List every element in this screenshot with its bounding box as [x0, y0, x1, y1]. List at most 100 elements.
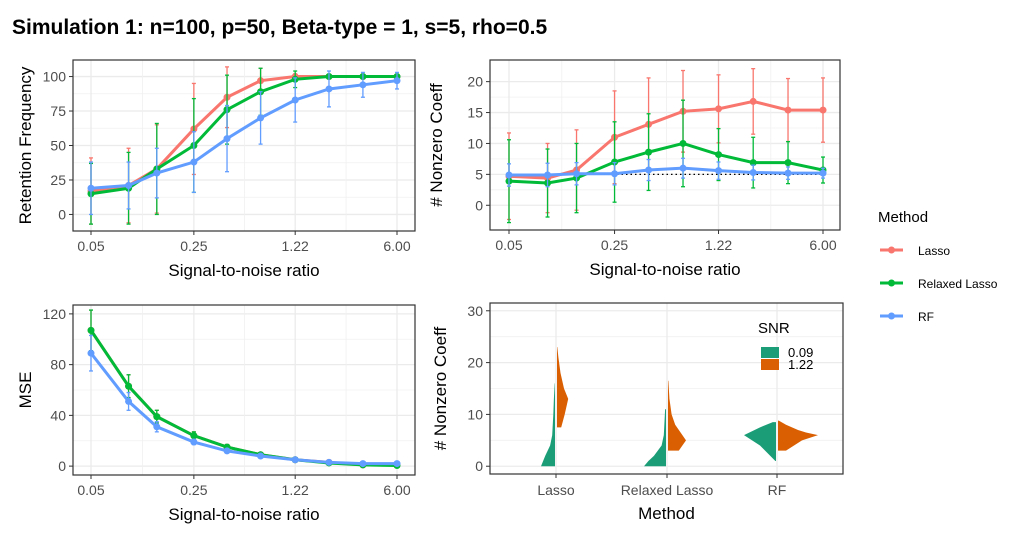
y-tick-label: 50 — [50, 138, 66, 154]
figure: Simulation 1: n=100, p=50, Beta-type = 1… — [12, 16, 998, 524]
x-tick-label: Lasso — [537, 482, 575, 498]
data-point — [291, 456, 299, 464]
x-axis-label: Method — [638, 504, 695, 523]
x-tick-label: 6.00 — [383, 238, 410, 254]
legend-title: Method — [878, 209, 928, 226]
data-point — [393, 77, 401, 85]
panel-3: 0 40 80 120 0.05 0.25 1.22 6.00 Signal-to-noise … — [16, 304, 416, 524]
x-tick-label: Relaxed Lasso — [621, 482, 714, 498]
x-axis-label: Signal-to-noise ratio — [589, 260, 740, 279]
data-point — [125, 181, 133, 189]
y-tick-label: 120 — [43, 306, 67, 322]
figure-title: Simulation 1: n=100, p=50, Beta-type = 1… — [12, 16, 547, 39]
data-point — [87, 184, 95, 192]
x-tick-label: RF — [768, 482, 787, 498]
legend-item-rf: RF — [880, 310, 934, 324]
data-point — [291, 96, 299, 104]
x-tick-label: 0.25 — [180, 238, 207, 254]
data-point — [325, 85, 333, 93]
data-point — [505, 171, 513, 179]
data-point — [359, 460, 367, 468]
data-point — [153, 413, 161, 421]
data-point — [190, 158, 198, 166]
data-point — [544, 171, 552, 179]
snr-legend-swatch — [761, 347, 779, 358]
legend-item-lasso: Lasso — [880, 244, 950, 258]
data-point — [784, 169, 792, 177]
data-point — [393, 460, 401, 468]
data-point — [87, 349, 95, 357]
x-axis-label: Signal-to-noise ratio — [168, 505, 319, 524]
data-point — [223, 135, 231, 143]
y-tick-label: 0 — [58, 458, 66, 474]
x-tick-label: 1.22 — [282, 238, 309, 254]
y-tick-label: 25 — [50, 172, 66, 188]
x-tick-label: 0.25 — [601, 237, 628, 253]
data-point — [190, 432, 198, 440]
y-axis-label: MSE — [16, 372, 35, 409]
y-tick-label: 30 — [467, 303, 483, 319]
legend-key-point — [888, 312, 895, 320]
legend-item-relaxed-lasso: Relaxed Lasso — [880, 277, 998, 291]
y-axis-label: # Nonzero Coeff — [431, 326, 450, 450]
data-point — [715, 167, 723, 175]
x-tick-label: 1.22 — [705, 237, 732, 253]
data-point — [715, 151, 723, 159]
data-point — [223, 447, 231, 455]
y-tick-label: 5 — [475, 166, 483, 182]
panel-2: 0 5 10 15 20 0.05 0.25 1.22 6.00 Signal-to-noise … — [427, 59, 841, 279]
y-tick-label: 40 — [50, 407, 66, 423]
data-point — [679, 164, 687, 172]
data-point — [257, 452, 265, 460]
legend-label: Lasso — [918, 244, 950, 258]
data-point — [573, 170, 581, 178]
x-tick-label: 6.00 — [809, 237, 836, 253]
x-tick-label: 0.05 — [77, 482, 104, 498]
legend-key-point — [888, 246, 895, 254]
data-point — [359, 81, 367, 89]
y-tick-label: 100 — [43, 69, 67, 85]
y-axis-label: # Nonzero Coeff — [427, 83, 446, 207]
data-point — [87, 326, 95, 334]
y-tick-label: 10 — [467, 135, 483, 151]
y-tick-label: 15 — [467, 105, 483, 121]
x-tick-label: 1.22 — [282, 482, 309, 498]
x-tick-label: 0.25 — [180, 482, 207, 498]
y-tick-label: 20 — [467, 74, 483, 90]
x-tick-label: 0.05 — [495, 237, 522, 253]
data-point — [153, 423, 161, 431]
legend-label: RF — [918, 310, 934, 324]
data-point — [125, 382, 133, 390]
data-point — [749, 97, 757, 105]
data-point — [679, 139, 687, 147]
y-tick-label: 10 — [467, 406, 483, 422]
y-axis-label: Retention Frequency — [16, 66, 35, 224]
data-point — [645, 166, 653, 174]
panel-4: 0102030Lasso Relaxed Lasso RFSNR0.091.22Me… — [431, 302, 844, 523]
data-point — [749, 169, 757, 177]
x-axis-label: Signal-to-noise ratio — [168, 261, 319, 280]
y-tick-label: 80 — [50, 357, 66, 373]
data-point — [819, 106, 827, 114]
data-point — [190, 438, 198, 446]
legend-key-point — [888, 279, 895, 287]
method-legend: Method Lasso Relaxed Lasso RF — [878, 209, 998, 324]
legend-label: Relaxed Lasso — [918, 277, 998, 291]
data-point — [153, 169, 161, 177]
data-point — [819, 169, 827, 177]
data-point — [784, 106, 792, 114]
y-tick-label: 0 — [475, 197, 483, 213]
y-tick-label: 75 — [50, 103, 66, 119]
data-point — [784, 159, 792, 167]
data-point — [125, 397, 133, 405]
y-tick-label: 0 — [58, 206, 66, 222]
y-tick-label: 0 — [475, 458, 483, 474]
x-tick-label: 0.05 — [77, 238, 104, 254]
x-tick-label: 6.00 — [383, 482, 410, 498]
data-point — [715, 105, 723, 113]
snr-legend-swatch — [761, 359, 779, 370]
snr-legend-label: 1.22 — [788, 357, 813, 372]
snr-legend-title: SNR — [758, 320, 790, 337]
data-point — [611, 170, 619, 178]
data-point — [645, 148, 653, 156]
